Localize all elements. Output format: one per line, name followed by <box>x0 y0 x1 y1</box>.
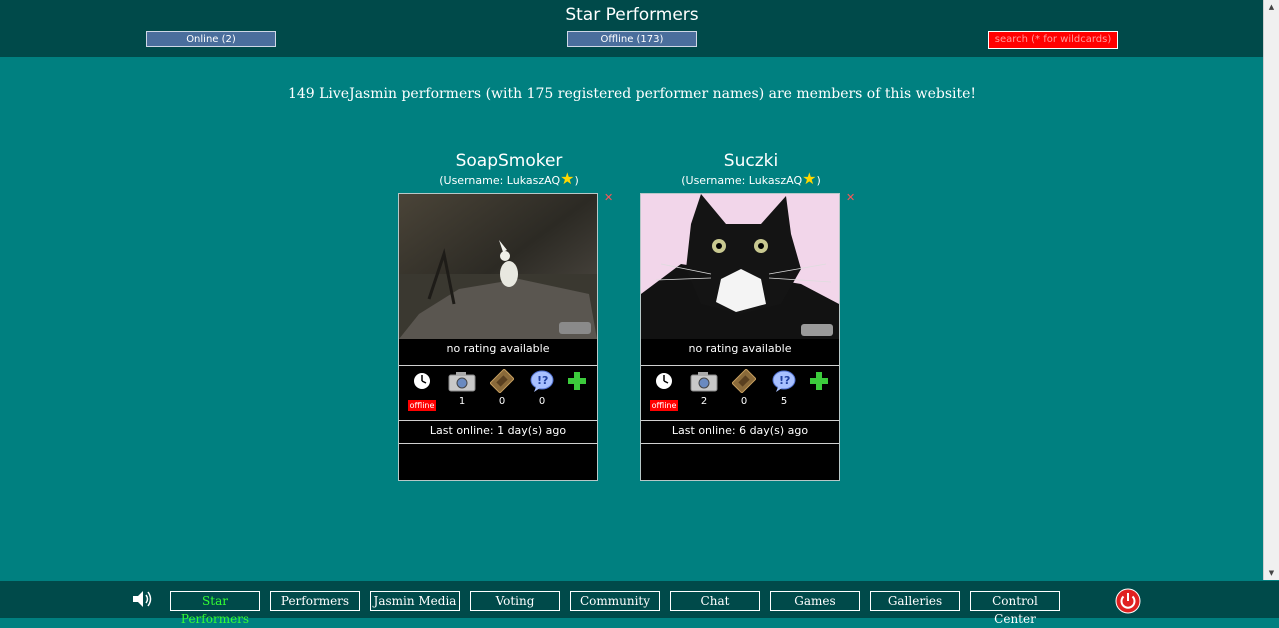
performer-name[interactable]: SoapSmoker <box>399 150 619 172</box>
film-icon[interactable] <box>487 369 517 393</box>
video-count: 0 <box>740 396 748 407</box>
performer-card: no rating available offline 2 0 !? 5 Las… <box>640 193 840 481</box>
offline-filter-button[interactable]: Offline (173) <box>567 31 697 47</box>
nav-galleries[interactable]: Galleries <box>870 591 960 611</box>
performer-name[interactable]: Suczki <box>641 150 861 172</box>
videos-stat[interactable]: 0 <box>729 369 759 407</box>
header-bar: Star Performers Online (2) Offline (173)… <box>0 0 1265 57</box>
questions-stat[interactable]: !? 0 <box>527 369 557 407</box>
nav-control-center[interactable]: Control Center <box>970 591 1060 626</box>
divider <box>399 443 597 444</box>
nav-performers[interactable]: Performers <box>270 591 360 611</box>
performer-header: SoapSmoker (Username: LukaszAQ★) <box>399 150 619 188</box>
clock-icon <box>407 369 437 393</box>
remove-icon[interactable]: ✕ <box>846 191 855 204</box>
performer-header: Suczki (Username: LukaszAQ★) <box>641 150 861 188</box>
page-title: Star Performers <box>565 5 699 25</box>
divider <box>641 443 839 444</box>
divider <box>641 420 839 421</box>
performer-photo[interactable] <box>399 194 597 339</box>
nav-voting[interactable]: Voting <box>470 591 560 611</box>
question-count: 0 <box>538 396 546 407</box>
search-input[interactable]: search (* for wildcards) <box>988 31 1118 49</box>
performer-stats: offline 2 0 !? 5 <box>641 369 839 419</box>
star-icon: ★ <box>802 169 817 188</box>
add-stat[interactable] <box>562 369 592 393</box>
performer-stats: offline 1 0 !? 0 <box>399 369 597 419</box>
nav-community[interactable]: Community <box>570 591 660 611</box>
performer-username: (Username: LukaszAQ★) <box>681 169 821 188</box>
offline-badge: offline <box>649 400 679 411</box>
question-bubble-icon[interactable]: !? <box>527 369 557 393</box>
questions-stat[interactable]: !? 5 <box>769 369 799 407</box>
rating-text: no rating available <box>446 342 550 355</box>
divider <box>641 365 839 366</box>
camera-icon[interactable] <box>447 369 477 393</box>
status-stat: offline <box>649 369 679 412</box>
clock-icon <box>649 369 679 393</box>
svg-text:!?: !? <box>779 374 790 387</box>
question-count: 5 <box>780 396 788 407</box>
online-filter-button[interactable]: Online (2) <box>146 31 276 47</box>
svg-text:!?: !? <box>537 374 548 387</box>
divider <box>399 365 597 366</box>
last-online-text: Last online: 1 day(s) ago <box>429 424 567 437</box>
remove-icon[interactable]: ✕ <box>604 191 613 204</box>
video-count: 0 <box>498 396 506 407</box>
photos-stat[interactable]: 1 <box>447 369 477 407</box>
camera-icon[interactable] <box>689 369 719 393</box>
question-bubble-icon[interactable]: !? <box>769 369 799 393</box>
divider <box>399 420 597 421</box>
status-stat: offline <box>407 369 437 412</box>
plus-icon[interactable] <box>562 369 592 393</box>
photo-count: 1 <box>458 396 466 407</box>
footer-nav: Star Performers Performers Jasmin Media … <box>0 581 1279 626</box>
speaker-icon[interactable] <box>131 589 153 613</box>
add-stat[interactable] <box>804 369 834 393</box>
scroll-up-icon[interactable]: ▲ <box>1264 0 1279 14</box>
performer-photo[interactable] <box>641 194 839 339</box>
performer-username: (Username: LukaszAQ★) <box>439 169 579 188</box>
offline-badge: offline <box>407 400 437 411</box>
nav-games[interactable]: Games <box>770 591 860 611</box>
performer-card: no rating available offline 1 0 !? 0 Las… <box>398 193 598 481</box>
videos-stat[interactable]: 0 <box>487 369 517 407</box>
nav-star-performers[interactable]: Star Performers <box>170 591 260 626</box>
nav-jasmin-media[interactable]: Jasmin Media <box>370 591 460 611</box>
power-icon[interactable] <box>1115 588 1141 618</box>
photo-count: 2 <box>700 396 708 407</box>
nav-chat[interactable]: Chat <box>670 591 760 611</box>
rating-text: no rating available <box>688 342 792 355</box>
members-info-text: 149 LiveJasmin performers (with 175 regi… <box>287 86 977 102</box>
plus-icon[interactable] <box>804 369 834 393</box>
star-icon: ★ <box>560 169 575 188</box>
scroll-down-icon[interactable]: ▼ <box>1264 566 1279 580</box>
scrollbar[interactable]: ▲ ▼ <box>1263 0 1279 580</box>
film-icon[interactable] <box>729 369 759 393</box>
last-online-text: Last online: 6 day(s) ago <box>671 424 809 437</box>
photos-stat[interactable]: 2 <box>689 369 719 407</box>
